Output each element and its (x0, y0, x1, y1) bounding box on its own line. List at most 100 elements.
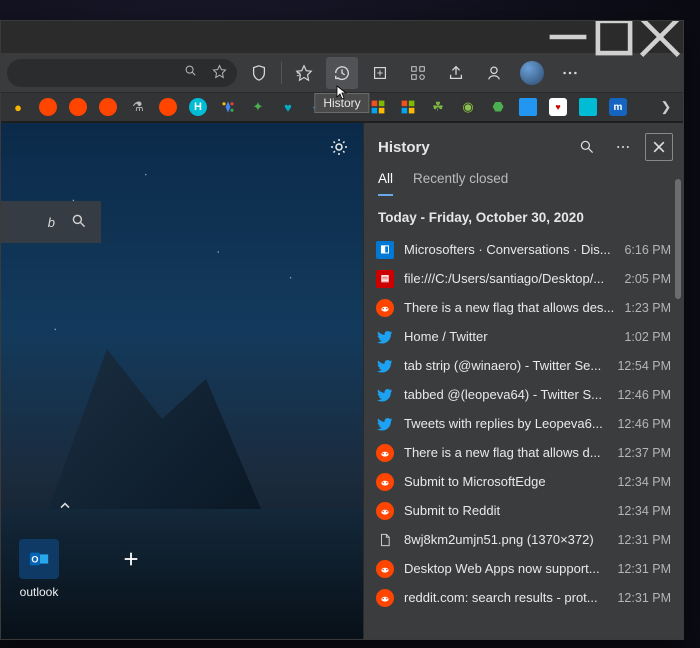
tile-outlook[interactable]: O outlook (11, 539, 67, 599)
more-menu-icon[interactable] (554, 57, 586, 89)
quick-links: O outlook (11, 539, 159, 599)
history-row[interactable]: Submit to MicrosoftEdge 12:34 PM (370, 467, 677, 496)
history-row[interactable]: Desktop Web Apps now support...12:31 PM (370, 554, 677, 583)
microsofters-icon: ◧ (376, 241, 394, 259)
history-row[interactable]: Tweets with replies by Leopeva6...12:46 … (370, 409, 677, 438)
history-row-time: 12:31 PM (617, 533, 671, 547)
minimize-button[interactable] (545, 21, 591, 53)
history-row-time: 1:02 PM (624, 330, 671, 344)
history-search-icon[interactable] (573, 133, 601, 161)
new-tab-page: b O outlook (1, 123, 363, 639)
tab-recently-closed[interactable]: Recently closed (413, 171, 508, 196)
history-row-time: 1:23 PM (624, 301, 671, 315)
history-row[interactable]: 8wj8km2umjn51.png (1370×372) 12:31 PM (370, 525, 677, 554)
bookmark-item[interactable]: m (609, 98, 627, 116)
browser-window: History ● ⚗ H ✦ ♥ ◆ ▤ ☘ ◉ ⬣ ♥ m ❯ (0, 20, 684, 640)
history-row[interactable]: There is a new flag that allows des... 1:… (370, 293, 677, 322)
history-row-time: 12:54 PM (617, 359, 671, 373)
history-date-header: Today - Friday, October 30, 2020 (370, 204, 677, 235)
history-list: Today - Friday, October 30, 2020 ◧ Micros… (364, 196, 683, 639)
background-mountain (41, 329, 261, 529)
bookmark-item[interactable] (579, 98, 597, 116)
web-capture-icon[interactable] (402, 57, 434, 89)
history-row-time: 12:37 PM (617, 446, 671, 460)
history-row-title: Submit to MicrosoftEdge (404, 474, 607, 489)
bookmark-item[interactable] (219, 98, 237, 116)
bookmark-item[interactable] (69, 98, 87, 116)
history-row-time: 12:31 PM (617, 591, 671, 605)
history-row-title: tab strip (@winaero) - Twitter Se... (404, 358, 607, 373)
bookmark-item[interactable]: ☘ (429, 98, 447, 116)
bookmark-item[interactable]: ◉ (459, 98, 477, 116)
history-row-title: file:///C:/Users/santiago/Desktop/... (404, 271, 614, 286)
bookmark-item[interactable]: ✦ (249, 98, 267, 116)
history-panel: History All Recently closed Today - Frid… (363, 123, 683, 639)
address-bar[interactable] (7, 59, 237, 87)
twitter-icon (376, 415, 394, 433)
history-row[interactable]: Submit to Reddit12:34 PM (370, 496, 677, 525)
history-row-title: 8wj8km2umjn51.png (1370×372) (404, 532, 607, 547)
history-scrollbar[interactable] (675, 179, 681, 299)
star-icon[interactable] (212, 64, 227, 82)
zoom-icon[interactable] (184, 64, 198, 81)
history-row[interactable]: tabbed @(leopeva64) - Twitter S...12:46 … (370, 380, 677, 409)
bookmark-item[interactable]: ♥ (549, 98, 567, 116)
history-row[interactable]: ▤file:///C:/Users/santiago/Desktop/...2:… (370, 264, 677, 293)
history-row-title: There is a new flag that allows des... (404, 300, 614, 315)
history-row-title: Submit to Reddit (404, 503, 607, 518)
reddit-icon (376, 560, 394, 578)
bookmark-item[interactable]: ● (9, 98, 27, 116)
content-area: b O outlook History (1, 123, 683, 639)
history-row[interactable]: ◧Microsofters · Conversations · Dis...6:… (370, 235, 677, 264)
history-row[interactable]: reddit.com: search results - prot...12:3… (370, 583, 677, 612)
share-icon[interactable] (440, 57, 472, 89)
history-row[interactable]: tab strip (@winaero) - Twitter Se... 12:5… (370, 351, 677, 380)
collections-icon[interactable] (364, 57, 396, 89)
twitter-icon (376, 357, 394, 375)
history-close-icon[interactable] (645, 133, 673, 161)
background-sea (1, 509, 363, 639)
tile-add[interactable] (103, 539, 159, 599)
history-more-icon[interactable] (609, 133, 637, 161)
bookmark-item[interactable] (519, 98, 537, 116)
history-panel-header: History (364, 123, 683, 167)
expand-tiles-icon[interactable] (57, 498, 73, 517)
history-row-title: Tweets with replies by Leopeva6... (404, 416, 607, 431)
ntp-search-bar[interactable]: b (1, 201, 101, 243)
bookmarks-overflow-icon[interactable]: ❯ (657, 98, 675, 116)
close-button[interactable] (637, 21, 683, 53)
bookmark-item[interactable] (369, 98, 387, 116)
history-tooltip: History (314, 93, 369, 113)
page-settings-icon[interactable] (329, 137, 349, 160)
bookmark-item[interactable]: H (189, 98, 207, 116)
bookmark-item[interactable] (399, 98, 417, 116)
history-row-title: Microsofters · Conversations · Dis... (404, 242, 614, 257)
history-icon[interactable]: History (326, 57, 358, 89)
browser-toolbar: History (1, 53, 683, 93)
history-row[interactable]: There is a new flag that allows d...12:3… (370, 438, 677, 467)
profile-avatar[interactable] (520, 61, 544, 85)
bookmark-item[interactable]: ♥ (279, 98, 297, 116)
twitter-icon (376, 328, 394, 346)
outlook-icon: O (19, 539, 59, 579)
reddit-icon (376, 473, 394, 491)
twitter-icon (376, 386, 394, 404)
favorites-icon[interactable] (288, 57, 320, 89)
bookmark-item[interactable]: ⬣ (489, 98, 507, 116)
bookmark-item[interactable]: ⚗ (129, 98, 147, 116)
history-panel-title: History (378, 139, 565, 156)
bing-icon: b (48, 215, 55, 230)
bookmark-item[interactable] (99, 98, 117, 116)
bookmark-item[interactable] (159, 98, 177, 116)
bookmark-item[interactable] (39, 98, 57, 116)
history-row-time: 12:34 PM (617, 475, 671, 489)
tab-all[interactable]: All (378, 171, 393, 196)
shield-icon[interactable] (243, 57, 275, 89)
history-tabs: All Recently closed (364, 167, 683, 196)
history-row[interactable]: Home / Twitter1:02 PM (370, 322, 677, 351)
history-row-title: Desktop Web Apps now support... (404, 561, 607, 576)
maximize-button[interactable] (591, 21, 637, 53)
feedback-icon[interactable] (478, 57, 510, 89)
history-row-time: 2:05 PM (624, 272, 671, 286)
plus-icon (111, 539, 151, 579)
